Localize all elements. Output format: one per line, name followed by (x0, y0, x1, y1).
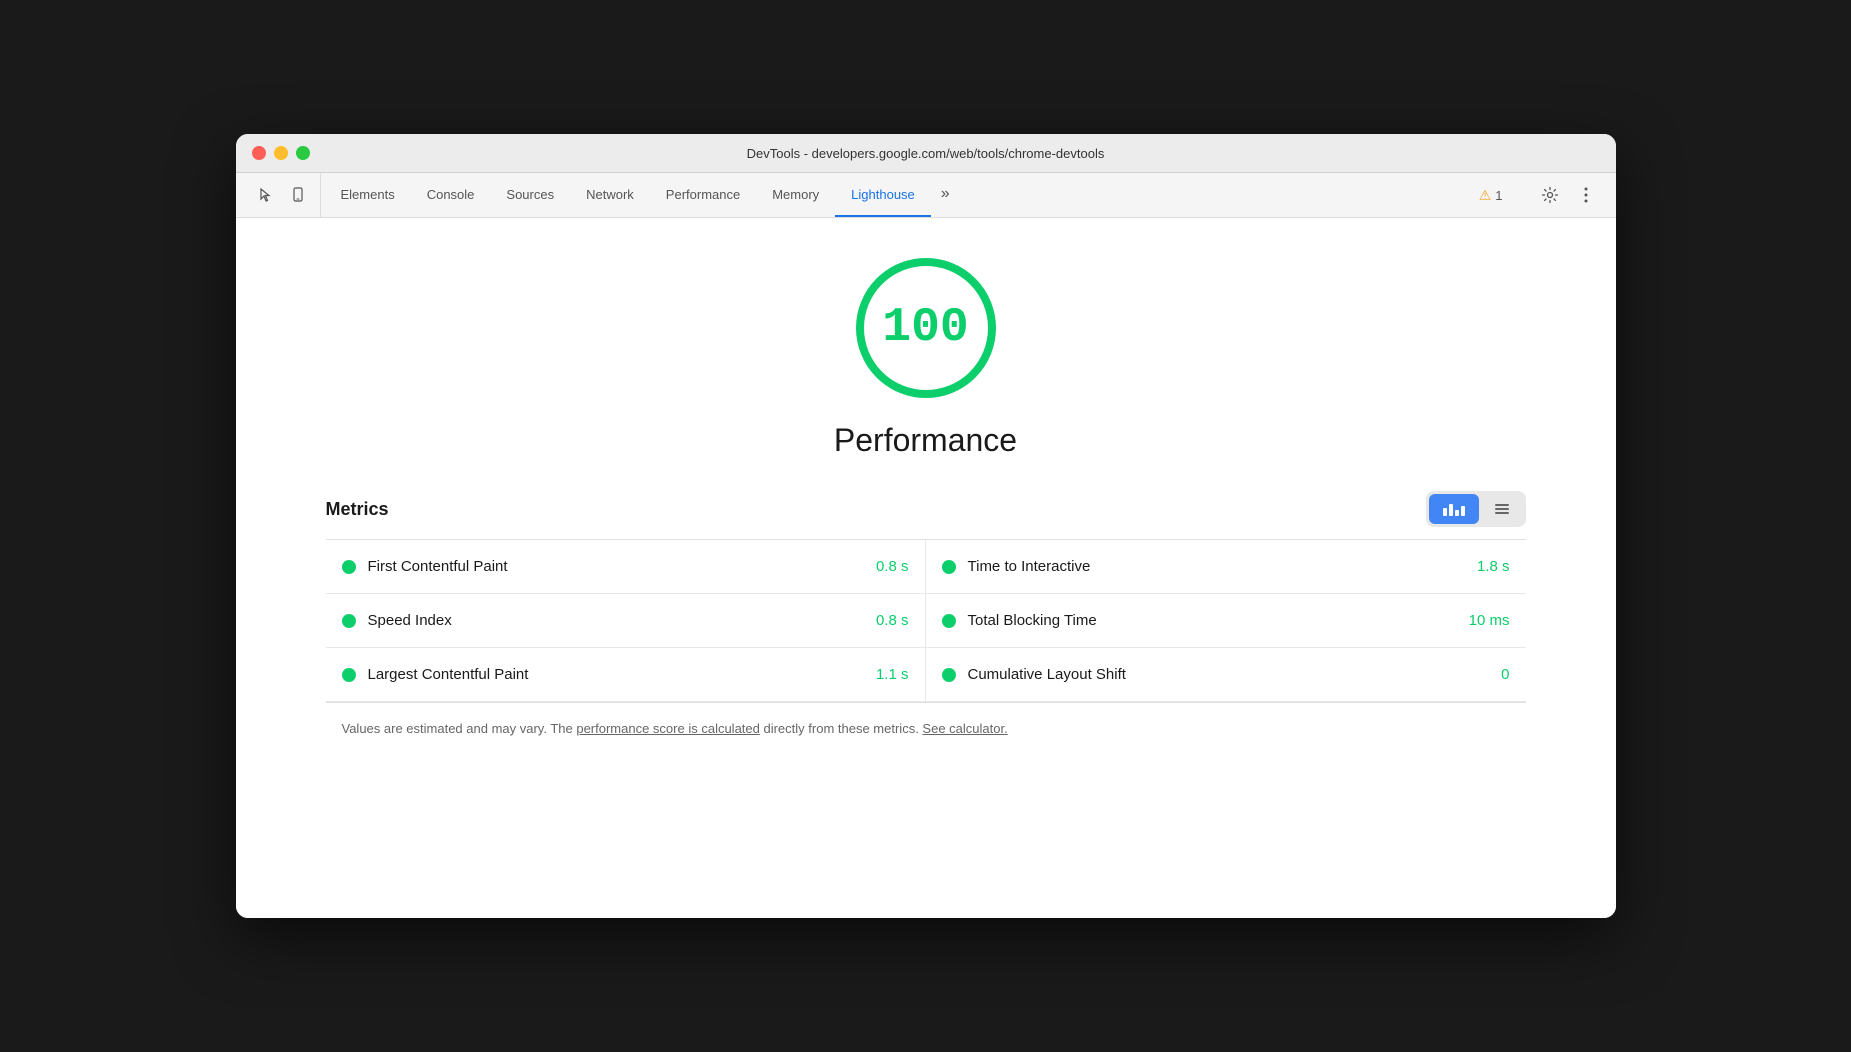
list-view-button[interactable] (1481, 494, 1523, 524)
metric-row: First Contentful Paint 0.8 s (326, 540, 926, 594)
metric-dot-tbt (942, 614, 956, 628)
metric-dot-lcp (342, 668, 356, 682)
traffic-lights (252, 146, 310, 160)
metric-row: Time to Interactive 1.8 s (926, 540, 1526, 594)
metric-value-fcp: 0.8 s (876, 558, 909, 575)
metric-name-lcp: Largest Contentful Paint (368, 666, 864, 683)
metric-value-lcp: 1.1 s (876, 666, 909, 683)
metric-name-cls: Cumulative Layout Shift (968, 666, 1490, 683)
metric-row: Cumulative Layout Shift 0 (926, 648, 1526, 702)
nav-tabs: Elements Console Sources Network Perform… (325, 173, 960, 217)
metric-dot-fcp (342, 560, 356, 574)
maximize-button[interactable] (296, 146, 310, 160)
tab-performance[interactable]: Performance (650, 173, 756, 217)
calculator-link[interactable]: See calculator. (922, 721, 1007, 736)
footer-note: Values are estimated and may vary. The p… (326, 703, 1526, 755)
title-bar: DevTools - developers.google.com/web/too… (236, 134, 1616, 173)
warning-badge[interactable]: ⚠ 1 (1471, 183, 1511, 208)
settings-button[interactable] (1536, 181, 1564, 209)
metric-row: Largest Contentful Paint 1.1 s (326, 648, 926, 702)
metric-value-cls: 0 (1501, 666, 1509, 683)
score-value: 100 (882, 304, 968, 352)
minimize-button[interactable] (274, 146, 288, 160)
tab-sources[interactable]: Sources (490, 173, 570, 217)
metric-name-tti: Time to Interactive (968, 558, 1465, 575)
metric-name-fcp: First Contentful Paint (368, 558, 864, 575)
more-options-button[interactable] (1572, 181, 1600, 209)
metric-row: Speed Index 0.8 s (326, 594, 926, 648)
score-circle: 100 (856, 258, 996, 398)
metrics-title: Metrics (326, 499, 389, 520)
tab-console[interactable]: Console (411, 173, 491, 217)
device-toggle-button[interactable] (284, 181, 312, 209)
tab-lighthouse[interactable]: Lighthouse (835, 173, 931, 217)
toolbar-icon-group (244, 173, 321, 217)
toolbar-right: ⚠ 1 (1463, 173, 1608, 217)
score-label: Performance (834, 422, 1017, 459)
metric-row: Total Blocking Time 10 ms (926, 594, 1526, 648)
tab-network[interactable]: Network (570, 173, 650, 217)
warning-icon: ⚠ (1479, 187, 1492, 204)
metric-name-si: Speed Index (368, 612, 864, 629)
metric-dot-cls (942, 668, 956, 682)
view-toggle (1426, 491, 1526, 527)
toolbar: Elements Console Sources Network Perform… (236, 173, 1616, 218)
window-title: DevTools - developers.google.com/web/too… (747, 146, 1105, 161)
bar-chart-icon (1443, 502, 1465, 516)
more-tabs-button[interactable]: » (931, 173, 960, 217)
metric-value-tti: 1.8 s (1477, 558, 1510, 575)
metric-value-tbt: 10 ms (1469, 612, 1510, 629)
score-section: 100 Performance (296, 258, 1556, 459)
metric-name-tbt: Total Blocking Time (968, 612, 1457, 629)
list-icon (1495, 504, 1509, 514)
metrics-grid: First Contentful Paint 0.8 s Time to Int… (326, 540, 1526, 702)
devtools-window: DevTools - developers.google.com/web/too… (236, 134, 1616, 918)
main-content: 100 Performance Metrics (236, 218, 1616, 918)
metric-dot-si (342, 614, 356, 628)
metrics-header: Metrics (326, 491, 1526, 527)
metric-value-si: 0.8 s (876, 612, 909, 629)
metrics-section: Metrics (326, 491, 1526, 755)
metric-dot-tti (942, 560, 956, 574)
performance-score-link[interactable]: performance score is calculated (576, 721, 760, 736)
cursor-tool-button[interactable] (252, 181, 280, 209)
tab-memory[interactable]: Memory (756, 173, 835, 217)
tab-elements[interactable]: Elements (325, 173, 411, 217)
close-button[interactable] (252, 146, 266, 160)
bar-view-button[interactable] (1429, 494, 1479, 524)
